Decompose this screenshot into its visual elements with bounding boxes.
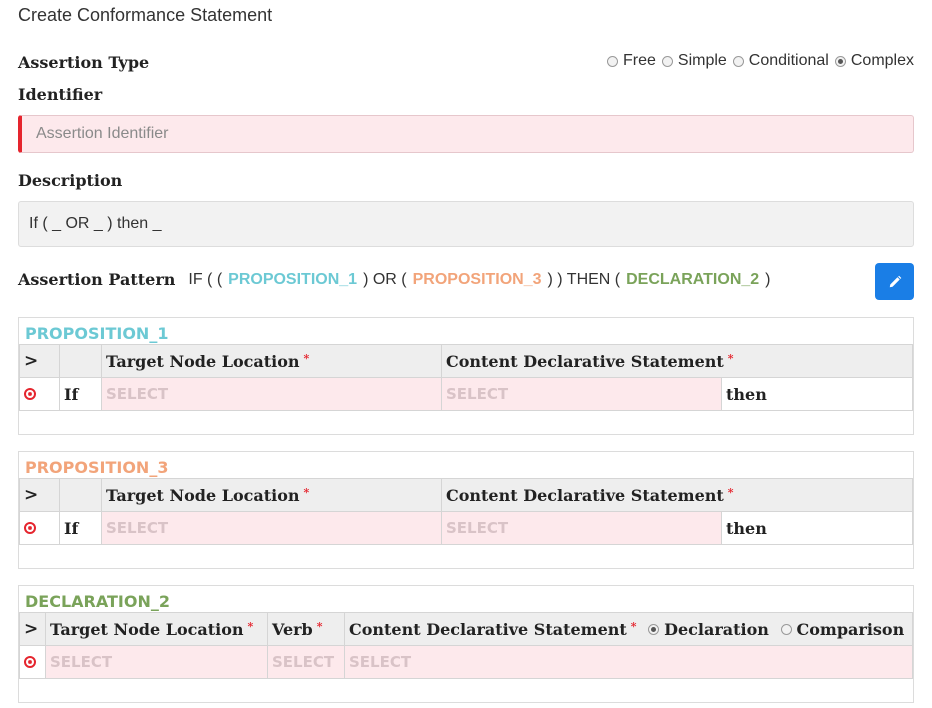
chevron-right-icon: > xyxy=(24,351,39,371)
radio-simple-label: Simple xyxy=(677,52,727,69)
proposition-3-title: PROPOSITION_3 xyxy=(25,458,169,477)
if-keyword: If xyxy=(59,511,102,545)
required-marker: * xyxy=(303,351,310,365)
delete-circle-icon xyxy=(24,655,36,668)
radio-complex-label: Complex xyxy=(850,52,914,69)
pencil-icon xyxy=(889,275,901,287)
col-content-declarative-statement: Content Declarative Statement * Declarati… xyxy=(344,612,913,646)
expand-toggle[interactable]: > xyxy=(19,612,46,646)
required-marker: * xyxy=(316,619,323,633)
proposition-3-table: > Target Node Location * Content Declarat… xyxy=(19,478,914,545)
required-marker: * xyxy=(247,619,254,633)
col-content-label: Content Declarative Statement xyxy=(349,619,627,639)
radio-simple[interactable]: Simple xyxy=(661,52,727,70)
col-target-label: Target Node Location xyxy=(50,619,244,639)
verb-select[interactable]: SELECT xyxy=(267,645,345,679)
delete-circle-icon xyxy=(24,387,36,400)
chevron-right-icon: > xyxy=(24,619,39,639)
identifier-input[interactable]: Assertion Identifier xyxy=(18,115,914,153)
declaration-2-table: > Target Node Location * Verb * Content De… xyxy=(19,612,913,679)
target-node-select[interactable]: SELECT xyxy=(45,645,268,679)
pattern-token: ) xyxy=(765,270,771,288)
expand-toggle[interactable]: > xyxy=(19,478,60,512)
col-content-declarative-statement: Content Declarative Statement * xyxy=(440,344,914,378)
edit-pattern-button[interactable] xyxy=(875,263,914,300)
table-header-row: > Target Node Location * Verb * Content De… xyxy=(19,612,913,646)
proposition-3-panel: PROPOSITION_3 > Target Node Location * Co… xyxy=(18,451,914,569)
table-row: SELECT SELECT SELECT xyxy=(19,645,913,679)
radio-declaration[interactable]: Declaration xyxy=(648,620,769,639)
col-verb: Verb * xyxy=(267,612,345,646)
radio-complex-circle[interactable] xyxy=(834,55,846,67)
delete-row-button[interactable] xyxy=(19,645,46,679)
col-target-label: Target Node Location xyxy=(106,485,300,505)
assertion-pattern: Assertion Pattern IF ( ( PROPOSITION_1 )… xyxy=(18,270,774,289)
radio-declaration-label: Declaration xyxy=(664,619,769,639)
radio-simple-circle[interactable] xyxy=(661,55,673,67)
proposition-1-panel: PROPOSITION_1 > Target Node Location * Co… xyxy=(18,317,914,435)
declaration-2-title: DECLARATION_2 xyxy=(25,592,170,611)
proposition-1-title: PROPOSITION_1 xyxy=(25,324,169,343)
pattern-declaration-2: DECLARATION_2 xyxy=(626,270,760,288)
delete-circle-icon xyxy=(24,521,36,534)
required-marker: * xyxy=(630,619,637,633)
radio-free[interactable]: Free xyxy=(606,52,656,70)
required-marker: * xyxy=(727,351,734,365)
radio-declaration-circle[interactable] xyxy=(648,623,660,635)
radio-conditional-label: Conditional xyxy=(748,52,829,69)
required-marker: * xyxy=(303,485,310,499)
chevron-right-icon: > xyxy=(24,485,39,505)
radio-comparison-circle[interactable] xyxy=(780,623,792,635)
assertion-type-label: Assertion Type xyxy=(18,53,150,72)
required-marker: * xyxy=(727,485,734,499)
table-header-row: > Target Node Location * Content Declarat… xyxy=(19,344,914,378)
radio-free-circle[interactable] xyxy=(606,55,618,67)
table-row: If SELECT SELECT then xyxy=(19,377,914,411)
content-statement-select[interactable]: SELECT xyxy=(441,511,722,545)
pattern-proposition-3: PROPOSITION_3 xyxy=(412,270,542,288)
description-field[interactable]: If ( _ OR _ ) then _ xyxy=(18,201,914,247)
declaration-2-panel: DECLARATION_2 > Target Node Location * Ve… xyxy=(18,585,914,703)
content-statement-select[interactable]: SELECT xyxy=(344,645,913,679)
pattern-token: ) OR ( xyxy=(363,270,407,288)
header-blank xyxy=(59,478,102,512)
content-statement-select[interactable]: SELECT xyxy=(441,377,722,411)
radio-comparison-label: Comparison xyxy=(796,619,905,639)
table-header-row: > Target Node Location * Content Declarat… xyxy=(19,478,914,512)
header-blank xyxy=(59,344,102,378)
proposition-1-table: > Target Node Location * Content Declarat… xyxy=(19,344,914,411)
delete-row-button[interactable] xyxy=(19,377,60,411)
pattern-proposition-1: PROPOSITION_1 xyxy=(228,270,358,288)
col-target-node-location: Target Node Location * xyxy=(101,344,442,378)
assertion-pattern-label: Assertion Pattern xyxy=(18,270,176,289)
col-verb-label: Verb xyxy=(272,619,313,639)
radio-free-label: Free xyxy=(622,52,656,69)
col-target-node-location: Target Node Location * xyxy=(101,478,442,512)
col-target-node-location: Target Node Location * xyxy=(45,612,268,646)
page-title: Create Conformance Statement xyxy=(18,5,273,25)
radio-complex[interactable]: Complex xyxy=(834,52,914,70)
pattern-token: IF ( ( xyxy=(188,270,223,288)
then-keyword: then xyxy=(720,377,914,411)
radio-comparison[interactable]: Comparison xyxy=(780,619,905,639)
radio-conditional[interactable]: Conditional xyxy=(732,52,829,70)
table-row: If SELECT SELECT then xyxy=(19,511,914,545)
target-node-select[interactable]: SELECT xyxy=(101,377,442,411)
col-target-label: Target Node Location xyxy=(106,351,300,371)
col-content-label: Content Declarative Statement xyxy=(446,351,724,371)
target-node-select[interactable]: SELECT xyxy=(101,511,442,545)
expand-toggle[interactable]: > xyxy=(19,344,60,378)
then-keyword: then xyxy=(720,511,914,545)
description-label: Description xyxy=(18,171,123,190)
if-keyword: If xyxy=(59,377,102,411)
col-content-label: Content Declarative Statement xyxy=(446,485,724,505)
pattern-token: ) ) THEN ( xyxy=(547,270,621,288)
radio-conditional-circle[interactable] xyxy=(732,55,744,67)
col-content-declarative-statement: Content Declarative Statement * xyxy=(440,478,914,512)
delete-row-button[interactable] xyxy=(19,511,60,545)
identifier-label: Identifier xyxy=(18,85,103,104)
assertion-type-radio-group: Free Simple Conditional Complex xyxy=(601,52,914,70)
